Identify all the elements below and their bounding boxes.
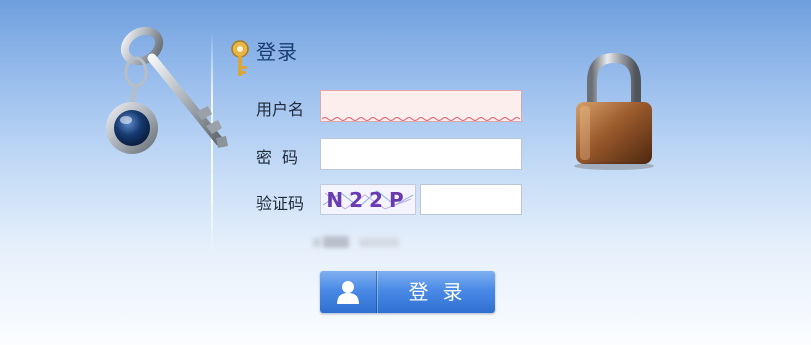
small-key-icon — [231, 40, 249, 76]
captcha-label: 验证码 — [256, 194, 305, 213]
login-button-label: 登录 — [408, 280, 477, 304]
blurred-hint-text — [313, 236, 399, 250]
captcha-image[interactable]: N22P — [320, 184, 416, 215]
password-label: 密码 — [256, 148, 309, 167]
input-error-underline — [322, 117, 520, 121]
page-title: 登录 — [256, 40, 298, 64]
user-icon — [337, 281, 359, 304]
login-button[interactable]: 登录 — [320, 271, 495, 313]
captcha-input[interactable] — [420, 184, 522, 215]
captcha-text: N22P — [326, 188, 410, 212]
login-button-icon-box — [320, 271, 378, 313]
padlock-icon — [574, 52, 654, 170]
password-input[interactable] — [320, 138, 522, 170]
key-ring-icon — [106, 26, 228, 154]
username-label: 用户名 — [256, 100, 305, 119]
